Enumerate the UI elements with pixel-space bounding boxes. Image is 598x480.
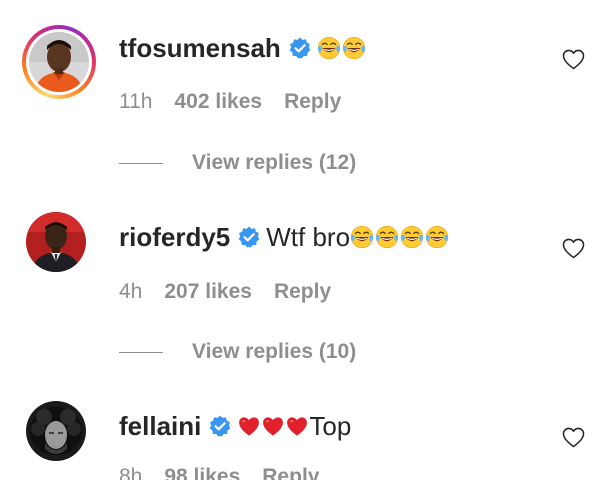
- verified-badge-icon: [209, 415, 231, 437]
- comment-emojis: [317, 36, 367, 60]
- avatar: [29, 32, 89, 92]
- avatar-frame[interactable]: [22, 397, 96, 471]
- verified-badge-icon: [289, 37, 311, 59]
- face-with-tears-of-joy-icon: [400, 225, 424, 249]
- face-with-tears-of-joy-icon: [350, 225, 374, 249]
- heart-outline-icon[interactable]: [562, 427, 585, 448]
- red-heart-icon: [285, 414, 309, 438]
- reply-button[interactable]: Reply: [262, 465, 319, 480]
- avatar: [26, 401, 86, 461]
- comment-timestamp: 8h: [119, 465, 143, 480]
- comment-timestamp: 11h: [119, 90, 153, 113]
- red-heart-icon: [261, 414, 285, 438]
- likes-count[interactable]: 98 likes: [164, 465, 240, 480]
- username[interactable]: fellaini: [119, 411, 201, 442]
- comment-emojis: [237, 414, 309, 438]
- face-with-tears-of-joy-icon: [317, 36, 341, 60]
- comment-text: Top: [309, 410, 352, 441]
- face-with-tears-of-joy-icon: [425, 225, 449, 249]
- comment-text: Wtf bro: [266, 221, 351, 252]
- view-replies-label: View replies (10): [192, 340, 357, 363]
- reply-button[interactable]: Reply: [274, 280, 331, 304]
- replies-divider: [119, 162, 163, 164]
- username[interactable]: tfosumensah: [119, 33, 281, 64]
- view-replies-button[interactable]: View replies (12): [119, 151, 356, 175]
- username[interactable]: rioferdy5: [119, 222, 230, 253]
- comment-timestamp: 4h: [119, 280, 143, 303]
- avatar-frame[interactable]: [22, 208, 96, 282]
- comment-meta-cutoff: 8h 98 likes Reply: [119, 465, 319, 480]
- verified-badge-icon: [238, 226, 260, 248]
- comment-emojis: [350, 225, 450, 249]
- likes-count[interactable]: 402 likes: [174, 90, 262, 114]
- face-with-tears-of-joy-icon: [342, 36, 366, 60]
- heart-outline-icon[interactable]: [562, 49, 585, 70]
- red-heart-icon: [237, 414, 261, 438]
- likes-count[interactable]: 207 likes: [164, 280, 252, 304]
- face-with-tears-of-joy-icon: [375, 225, 399, 249]
- reply-button[interactable]: Reply: [284, 90, 341, 114]
- view-replies-button[interactable]: View replies (10): [119, 340, 356, 364]
- avatar: [26, 212, 86, 272]
- view-replies-label: View replies (12): [192, 151, 357, 174]
- avatar-story-ring[interactable]: [22, 25, 96, 99]
- heart-outline-icon[interactable]: [562, 238, 585, 259]
- replies-divider: [119, 351, 163, 353]
